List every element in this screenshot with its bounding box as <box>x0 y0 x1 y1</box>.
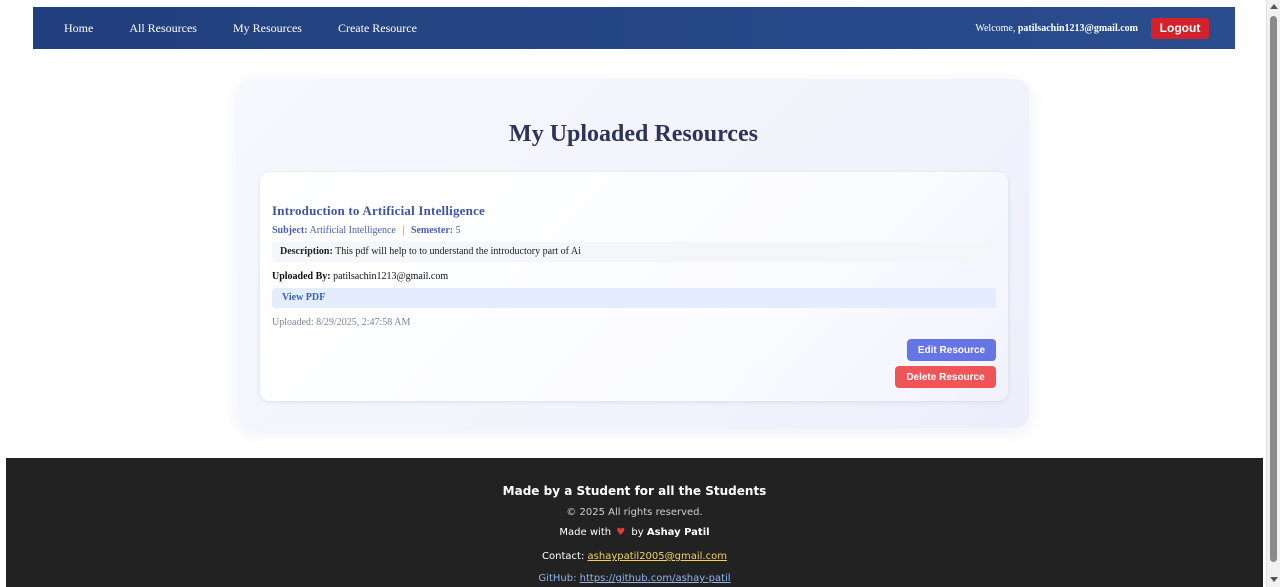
description-label: Description: <box>280 246 333 257</box>
scroll-down-arrow-icon[interactable] <box>1270 577 1278 582</box>
edit-resource-button[interactable]: Edit Resource <box>907 339 996 361</box>
site-footer: Made by a Student for all the Students ©… <box>6 458 1263 587</box>
made-with-prefix: Made with <box>559 527 612 538</box>
top-navbar: Home All Resources My Resources Create R… <box>33 7 1235 49</box>
nav-user-area: Welcome, patilsachin1213@gmail.com Logou… <box>975 17 1209 39</box>
semester-value: 5 <box>455 225 461 236</box>
resource-description: Description: This pdf will help to to un… <box>272 242 996 262</box>
user-email: patilsachin1213@gmail.com <box>1017 22 1138 34</box>
welcome-prefix: Welcome, <box>975 22 1016 34</box>
nav-links: Home All Resources My Resources Create R… <box>64 21 453 36</box>
page-title: My Uploaded Resources <box>509 121 758 147</box>
footer-github: GitHub: https://github.com/ashay-patil <box>6 573 1263 584</box>
resource-title: Introduction to Artificial Intelligence <box>272 203 486 218</box>
github-link[interactable]: https://github.com/ashay-patil <box>580 573 731 584</box>
my-resources-panel: My Uploaded Resources Introduction to Ar… <box>238 79 1029 428</box>
welcome-text: Welcome, patilsachin1213@gmail.com <box>975 23 1138 34</box>
resource-card: Introduction to Artificial Intelligence … <box>260 172 1008 401</box>
upload-timestamp: Uploaded: 8/29/2025, 2:47:58 AM <box>272 317 411 328</box>
footer-contact: Contact: ashaypatil2005@gmail.com <box>6 551 1263 562</box>
footer-made-with: Made with ♥ by Ashay Patil <box>6 527 1263 538</box>
footer-author: Ashay Patil <box>646 527 710 538</box>
meta-separator: | <box>402 225 405 236</box>
scroll-up-arrow-icon[interactable] <box>1270 4 1278 9</box>
github-label: GitHub: <box>538 573 577 584</box>
contact-email-link[interactable]: ashaypatil2005@gmail.com <box>588 551 727 562</box>
subject-value: Artificial Intelligence <box>309 225 396 236</box>
subject-label: Subject: <box>272 225 308 236</box>
description-text: This pdf will help to to understand the … <box>335 246 581 257</box>
contact-label: Contact: <box>542 551 585 562</box>
scrollbar-thumb[interactable] <box>1270 16 1277 562</box>
resource-meta: Subject: Artificial Intelligence | Semes… <box>272 225 461 236</box>
footer-copyright: © 2025 All rights reserved. <box>566 507 703 518</box>
delete-resource-button[interactable]: Delete Resource <box>895 366 996 388</box>
nav-link-all-resources[interactable]: All Resources <box>129 21 197 36</box>
uploaded-by-value: patilsachin1213@gmail.com <box>333 271 449 282</box>
footer-headline: Made by a Student for all the Students <box>502 484 767 498</box>
uploaded-by-label: Uploaded By: <box>272 271 331 282</box>
logout-button[interactable]: Logout <box>1151 17 1209 39</box>
uploaded-by: Uploaded By: patilsachin1213@gmail.com <box>272 271 448 282</box>
page-scrollbar[interactable] <box>1266 0 1280 587</box>
heart-icon: ♥ <box>616 527 626 538</box>
nav-link-home[interactable]: Home <box>64 21 93 36</box>
view-pdf-link[interactable]: View PDF <box>272 288 996 308</box>
semester-label: Semester: <box>410 225 454 236</box>
nav-link-create-resource[interactable]: Create Resource <box>338 21 417 36</box>
made-with-suffix: by <box>631 527 644 538</box>
nav-link-my-resources[interactable]: My Resources <box>233 21 302 36</box>
